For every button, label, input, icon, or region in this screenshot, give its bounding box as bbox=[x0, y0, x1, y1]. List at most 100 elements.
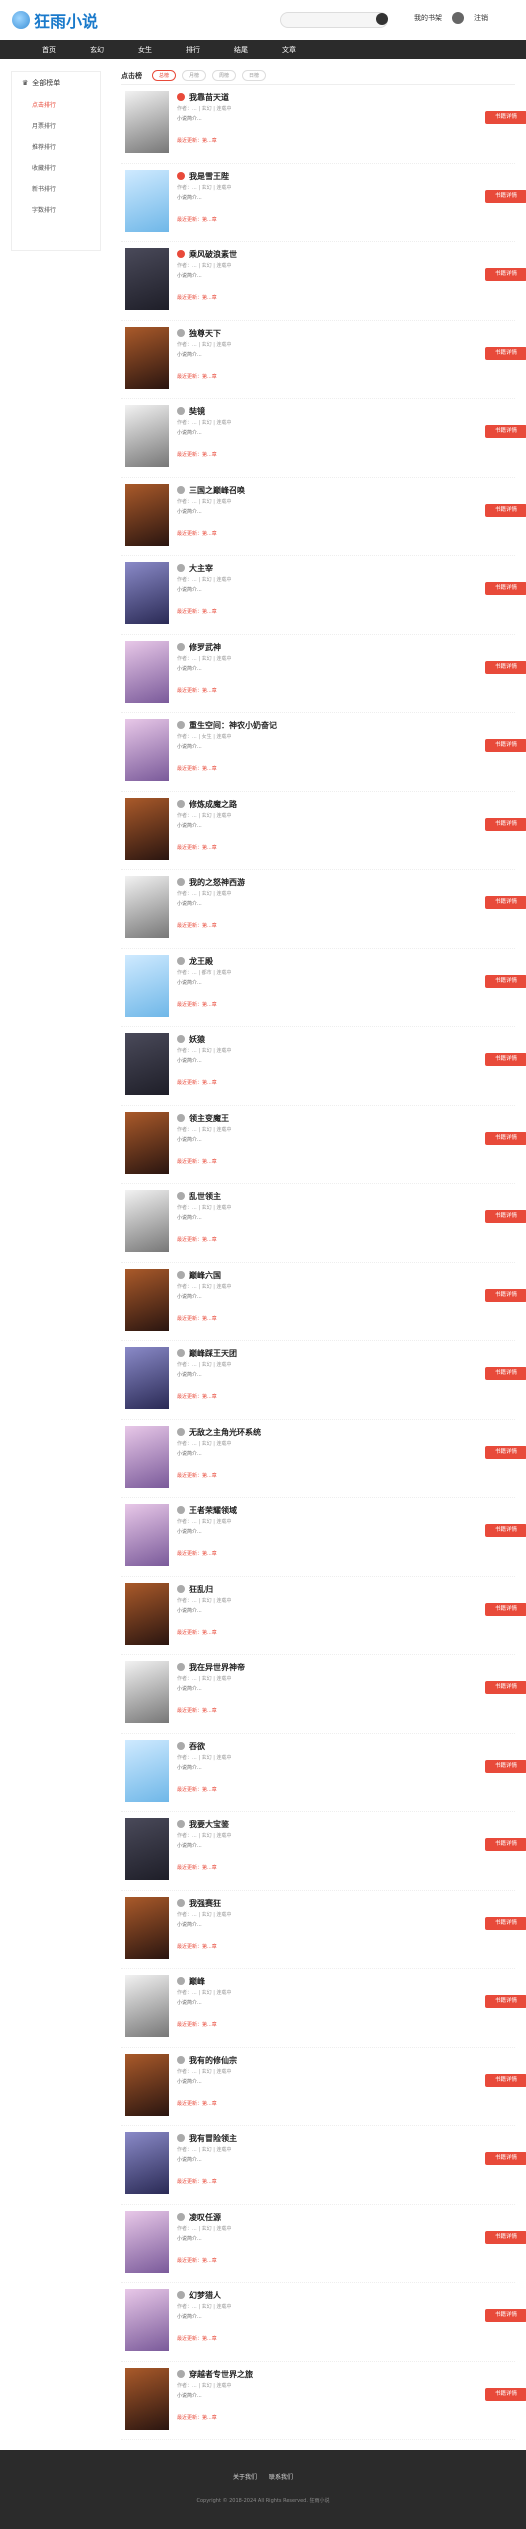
book-detail-button[interactable]: 书籍详情 bbox=[485, 1681, 526, 1694]
latest-chapter[interactable]: 最近更新：第...章 bbox=[177, 2335, 217, 2342]
latest-chapter[interactable]: 最近更新：第...章 bbox=[177, 1864, 217, 1871]
sidebar-item[interactable]: 月票排行 bbox=[12, 115, 100, 136]
latest-chapter[interactable]: 最近更新：第...章 bbox=[177, 1393, 217, 1400]
latest-chapter[interactable]: 最近更新：第...章 bbox=[177, 1001, 217, 1008]
book-cover[interactable] bbox=[125, 876, 169, 938]
book-cover[interactable] bbox=[125, 1896, 169, 1959]
logout-link[interactable]: 注销 bbox=[474, 13, 488, 23]
search-icon[interactable] bbox=[376, 13, 388, 25]
book-cover[interactable] bbox=[125, 1190, 169, 1252]
book-detail-button[interactable]: 书籍详情 bbox=[485, 1053, 526, 1066]
book-title[interactable]: 独尊天下 bbox=[189, 328, 221, 339]
book-cover[interactable] bbox=[125, 1582, 169, 1645]
latest-chapter[interactable]: 最近更新：第...章 bbox=[177, 608, 217, 615]
book-title[interactable]: 我有冒险领主 bbox=[189, 2133, 237, 2144]
book-cover[interactable] bbox=[125, 1504, 169, 1566]
book-title[interactable]: 乘风破浪素世 bbox=[189, 249, 237, 260]
book-cover[interactable] bbox=[125, 1661, 169, 1723]
latest-chapter[interactable]: 最近更新：第...章 bbox=[177, 2414, 217, 2421]
book-cover[interactable] bbox=[125, 719, 169, 781]
book-detail-button[interactable]: 书籍详情 bbox=[485, 582, 526, 595]
latest-chapter[interactable]: 最近更新：第...章 bbox=[177, 1158, 217, 1165]
latest-chapter[interactable]: 最近更新：第...章 bbox=[177, 216, 217, 223]
bookshelf-link[interactable]: 我的书架 bbox=[414, 13, 442, 23]
search-input[interactable] bbox=[280, 12, 388, 28]
book-title[interactable]: 我在异世界神帝 bbox=[189, 1662, 245, 1673]
latest-chapter[interactable]: 最近更新：第...章 bbox=[177, 530, 217, 537]
book-cover[interactable] bbox=[125, 483, 169, 546]
latest-chapter[interactable]: 最近更新：第...章 bbox=[177, 2100, 217, 2107]
book-detail-button[interactable]: 书籍详情 bbox=[485, 660, 526, 674]
book-detail-button[interactable]: 书籍详情 bbox=[485, 974, 526, 988]
book-cover[interactable] bbox=[125, 640, 169, 703]
book-detail-button[interactable]: 书籍详情 bbox=[485, 2073, 526, 2087]
nav-item[interactable]: 首页 bbox=[40, 45, 58, 55]
book-detail-button[interactable]: 书籍详情 bbox=[485, 1602, 526, 1616]
book-cover[interactable] bbox=[125, 2210, 169, 2273]
book-title[interactable]: 王者荣耀领域 bbox=[189, 1505, 237, 1516]
latest-chapter[interactable]: 最近更新：第...章 bbox=[177, 844, 217, 851]
latest-chapter[interactable]: 最近更新：第...章 bbox=[177, 2178, 217, 2185]
latest-chapter[interactable]: 最近更新：第...章 bbox=[177, 2021, 217, 2028]
book-cover[interactable] bbox=[125, 797, 169, 860]
ranking-tab[interactable]: 周榜 bbox=[212, 70, 237, 81]
avatar[interactable] bbox=[452, 12, 464, 24]
sidebar-item[interactable]: 收藏排行 bbox=[12, 157, 100, 178]
book-cover[interactable] bbox=[125, 91, 169, 153]
book-title[interactable]: 我强赛狂 bbox=[189, 1898, 221, 1909]
book-detail-button[interactable]: 书籍详情 bbox=[485, 425, 526, 438]
book-cover[interactable] bbox=[125, 1347, 169, 1409]
book-title[interactable]: 乱世领主 bbox=[189, 1191, 221, 1202]
book-title[interactable]: 我要大宝鉴 bbox=[189, 1819, 229, 1830]
latest-chapter[interactable]: 最近更新：第...章 bbox=[177, 451, 217, 458]
latest-chapter[interactable]: 最近更新：第...章 bbox=[177, 294, 217, 301]
latest-chapter[interactable]: 最近更新：第...章 bbox=[177, 687, 217, 694]
latest-chapter[interactable]: 最近更新：第...章 bbox=[177, 1236, 217, 1243]
latest-chapter[interactable]: 最近更新：第...章 bbox=[177, 1472, 217, 1479]
book-title[interactable]: 无敌之主角光环系统 bbox=[189, 1427, 261, 1438]
latest-chapter[interactable]: 最近更新：第...章 bbox=[177, 1550, 217, 1557]
book-title[interactable]: 巅峰 bbox=[189, 1976, 205, 1987]
book-cover[interactable] bbox=[125, 2289, 169, 2351]
latest-chapter[interactable]: 最近更新：第...章 bbox=[177, 1629, 217, 1636]
book-detail-button[interactable]: 书籍详情 bbox=[485, 2152, 526, 2165]
sidebar-item[interactable]: 点击排行 bbox=[12, 94, 100, 115]
nav-item[interactable]: 玄幻 bbox=[88, 45, 106, 55]
latest-chapter[interactable]: 最近更新：第...章 bbox=[177, 1315, 217, 1322]
book-title[interactable]: 领主变魔王 bbox=[189, 1113, 229, 1124]
book-detail-button[interactable]: 书籍详情 bbox=[485, 739, 526, 752]
book-detail-button[interactable]: 书籍详情 bbox=[485, 1210, 526, 1223]
book-title[interactable]: 狂乱归 bbox=[189, 1584, 213, 1595]
book-detail-button[interactable]: 书籍详情 bbox=[485, 1759, 526, 1773]
latest-chapter[interactable]: 最近更新：第...章 bbox=[177, 1943, 217, 1950]
book-cover[interactable] bbox=[125, 1033, 169, 1095]
book-title[interactable]: 幻梦猎人 bbox=[189, 2290, 221, 2301]
book-cover[interactable] bbox=[125, 1425, 169, 1488]
book-title[interactable]: 修罗武神 bbox=[189, 642, 221, 653]
book-title[interactable]: 我是雪王陛 bbox=[189, 171, 229, 182]
book-title[interactable]: 修炼成魔之路 bbox=[189, 799, 237, 810]
book-detail-button[interactable]: 书籍详情 bbox=[485, 268, 526, 281]
latest-chapter[interactable]: 最近更新：第...章 bbox=[177, 2257, 217, 2264]
book-title[interactable]: 三国之巅峰召唤 bbox=[189, 485, 245, 496]
book-detail-button[interactable]: 书籍详情 bbox=[485, 2387, 526, 2401]
nav-item[interactable]: 排行 bbox=[184, 45, 202, 55]
book-title[interactable]: 奘镜 bbox=[189, 406, 205, 417]
book-cover[interactable] bbox=[125, 2053, 169, 2116]
sidebar-item[interactable]: 字数排行 bbox=[12, 199, 100, 220]
nav-item[interactable]: 女生 bbox=[136, 45, 154, 55]
book-title[interactable]: 巅峰踩王天团 bbox=[189, 1348, 237, 1359]
latest-chapter[interactable]: 最近更新：第...章 bbox=[177, 765, 217, 772]
book-cover[interactable] bbox=[125, 248, 169, 310]
footer-link[interactable]: 联系我们 bbox=[269, 2474, 293, 2481]
book-detail-button[interactable]: 书籍详情 bbox=[485, 503, 526, 517]
logo[interactable]: 狂雨小说 bbox=[12, 8, 98, 32]
book-title[interactable]: 我靠苗天道 bbox=[189, 92, 229, 103]
latest-chapter[interactable]: 最近更新：第...章 bbox=[177, 1079, 217, 1086]
book-cover[interactable] bbox=[125, 1268, 169, 1331]
book-cover[interactable] bbox=[125, 562, 169, 624]
ranking-tab[interactable]: 月榜 bbox=[182, 70, 207, 81]
book-detail-button[interactable]: 书籍详情 bbox=[485, 189, 526, 203]
book-cover[interactable] bbox=[125, 2367, 169, 2430]
book-detail-button[interactable]: 书籍详情 bbox=[485, 896, 526, 909]
